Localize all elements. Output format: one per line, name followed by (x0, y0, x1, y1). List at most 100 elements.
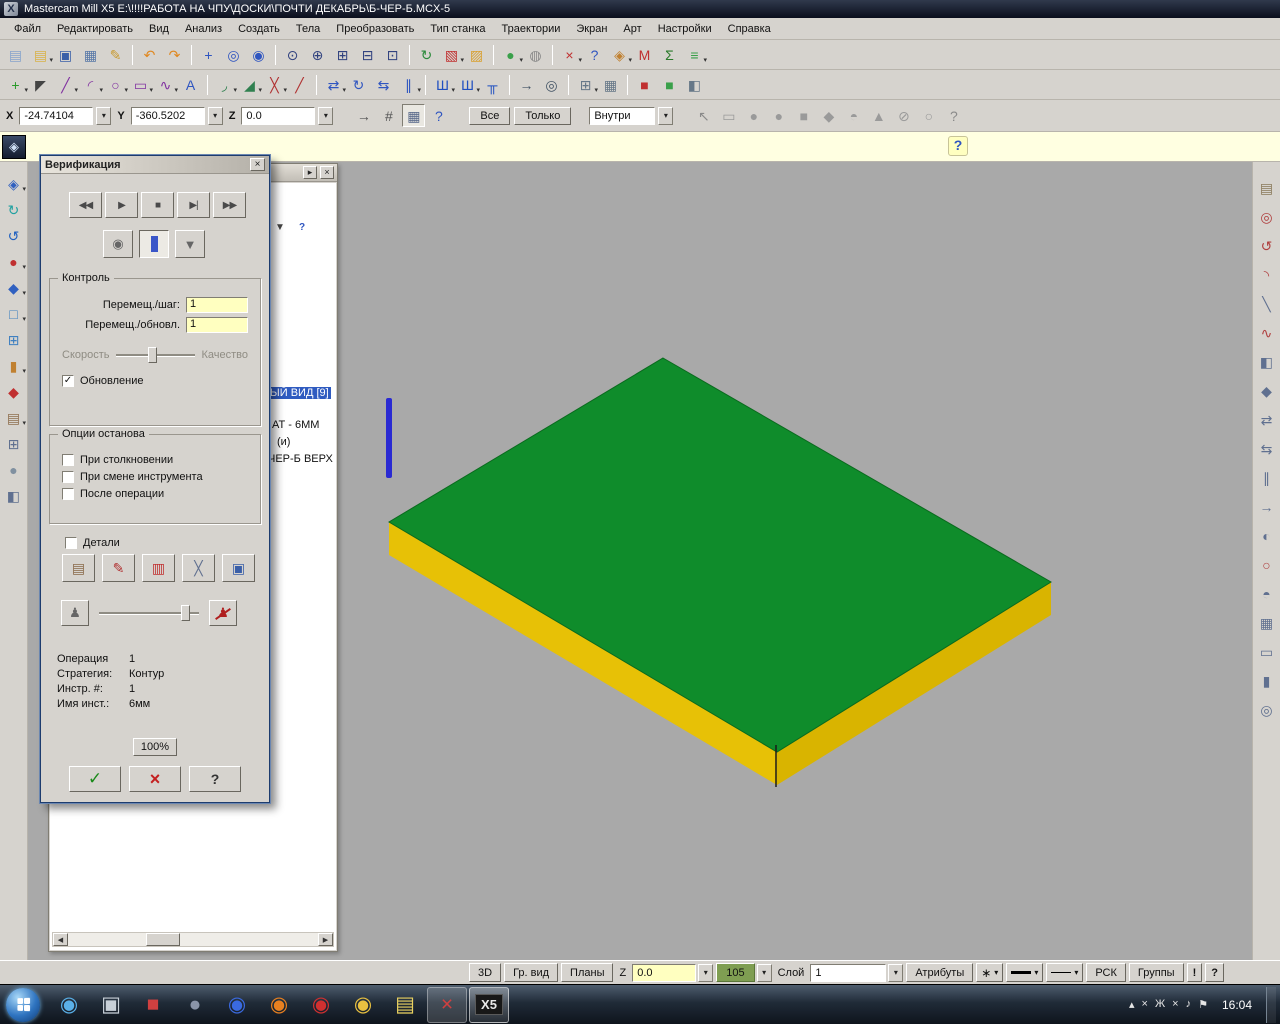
ref-point-icon[interactable]: ◎ (540, 73, 563, 96)
z-depth-label[interactable]: Z (616, 967, 629, 979)
taskbar-player[interactable]: ◉ (217, 987, 257, 1023)
toolpath-drill-icon[interactable]: ╥ (481, 73, 504, 96)
verify-section-icon[interactable]: ╳ (182, 554, 215, 582)
verify-filter-button[interactable]: ▼ (175, 230, 205, 258)
input-coordinate-icon[interactable]: # (377, 104, 400, 127)
layer-label[interactable]: Слой (775, 967, 808, 979)
planes-button[interactable]: Планы (561, 963, 613, 982)
edit-entity-icon[interactable]: ✎ (104, 43, 127, 66)
create-letters-icon[interactable]: A (179, 73, 202, 96)
machine-def-icon[interactable]: M (633, 43, 656, 66)
mirror-tools-icon[interactable]: ⇆ (1255, 437, 1278, 460)
show-tool-button[interactable]: ♟ (61, 600, 89, 626)
show-desktop-button[interactable] (1266, 987, 1276, 1023)
speed-slider-track[interactable] (116, 354, 196, 357)
gview-top-icon[interactable]: ⊞ (2, 328, 25, 351)
gview-spin-icon[interactable]: ↺ (2, 224, 25, 247)
xform-offset-icon[interactable]: ∥▾ (397, 73, 420, 96)
menu-solids[interactable]: Тела (288, 20, 328, 38)
gview-dynamic-icon[interactable]: ◈▾ (2, 172, 25, 195)
layer-combo-icon[interactable]: ▾ (888, 964, 903, 982)
verify-fast-forward-button[interactable]: ▶▶ (213, 192, 246, 218)
scroll-left-icon[interactable]: ◀ (53, 933, 68, 946)
open-file-icon[interactable]: ▤▾ (29, 43, 52, 66)
verify-field-input-1[interactable]: 1 (186, 317, 248, 333)
taskbar-media-app[interactable]: ▣ (91, 987, 131, 1023)
scroll-right-icon[interactable]: ▶ (318, 933, 333, 946)
gview-select-icon[interactable]: ◈▾ (608, 43, 631, 66)
taskbar-x5[interactable]: X5 (469, 987, 509, 1023)
xform-move-icon[interactable]: ⇄▾ (322, 73, 345, 96)
menu-toolpaths[interactable]: Траектории (494, 20, 569, 38)
post-process-icon[interactable]: Σ (658, 43, 681, 66)
speed-slider-thumb[interactable] (148, 347, 157, 363)
line-style-combo[interactable]: ▾ (1046, 963, 1083, 982)
menu-edit[interactable]: Редактировать (49, 20, 141, 38)
inside-combo-arrow-icon[interactable]: ▾ (658, 107, 673, 125)
create-circle-icon[interactable]: ○▾ (104, 73, 127, 96)
select-window-icon[interactable]: ▭ (717, 104, 740, 127)
menu-file[interactable]: Файл (6, 20, 49, 38)
gview-rotate-icon[interactable]: ↻ (2, 198, 25, 221)
surface-tools-icon[interactable]: ◧ (1255, 350, 1278, 373)
goto-depth-icon[interactable]: → (515, 73, 538, 96)
menu-create[interactable]: Создать (230, 20, 288, 38)
x-axis-label[interactable]: X (4, 110, 15, 122)
stop-option-0-row[interactable]: При столкновении (62, 454, 260, 466)
verify-field-input-0[interactable]: 1 (186, 297, 248, 313)
xform-mirror-icon[interactable]: ⇆ (372, 73, 395, 96)
help-icon[interactable]: ? (583, 43, 606, 66)
verify-histogram-icon[interactable]: ▥ (142, 554, 175, 582)
tray-app-2[interactable]: × (1172, 998, 1178, 1011)
project-tools-icon[interactable]: → (1255, 495, 1278, 518)
zoom-in-icon[interactable]: ⊞ (331, 43, 354, 66)
taskbar-wmp[interactable]: ◉ (49, 987, 89, 1023)
create-rect-icon[interactable]: ▭▾ (129, 73, 152, 96)
gview-front-icon[interactable]: □▾ (2, 302, 25, 325)
offset-tools-icon[interactable]: ∥ (1255, 466, 1278, 489)
blank-screen-icon[interactable]: ▧▾ (440, 43, 463, 66)
alert-button[interactable]: ! (1187, 963, 1203, 982)
toolpath-contour-icon[interactable]: Ш▾ (431, 73, 454, 96)
ops-dropdown-icon[interactable]: ▼ (272, 219, 288, 235)
trim-icon[interactable]: ╳▾ (263, 73, 286, 96)
create-point-icon[interactable]: +▾ (4, 73, 27, 96)
menu-xform[interactable]: Преобразовать (328, 20, 422, 38)
select-only-button[interactable]: Только (514, 107, 571, 125)
taskbar-opera[interactable]: ◉ (301, 987, 341, 1023)
fast-point-icon[interactable]: → (352, 104, 375, 127)
screen-stats-icon[interactable]: ▨ (465, 43, 488, 66)
pin-tools-icon[interactable]: ▮ (1255, 669, 1278, 692)
planes-manager-icon[interactable]: ◧ (2, 484, 25, 507)
zoom-target-icon[interactable]: ⊕ (306, 43, 329, 66)
autocursor-help-icon[interactable]: ? (427, 104, 450, 127)
verify-dialog-titlebar[interactable]: Верификация × (41, 156, 269, 174)
start-button[interactable] (6, 988, 40, 1022)
statusbar-help-button[interactable]: ? (1205, 963, 1224, 982)
line-width-combo[interactable]: ▾ (1006, 963, 1043, 982)
translucency-icon[interactable]: ◍ (524, 43, 547, 66)
select-up-icon[interactable]: ▲ (867, 104, 890, 127)
z-depth-field[interactable]: 0.0 (632, 964, 696, 982)
select-all-button[interactable]: Все (469, 107, 510, 125)
verify-step-button[interactable]: ▶| (177, 192, 210, 218)
entity-color-icon[interactable]: ■ (633, 73, 656, 96)
menu-art[interactable]: Арт (615, 20, 649, 38)
tool-slider-track[interactable] (99, 612, 199, 615)
point-style-combo[interactable]: ∗▾ (976, 963, 1003, 982)
delete-entity-icon[interactable]: ×▾ (558, 43, 581, 66)
fastview-icon[interactable]: ◈ (2, 135, 26, 159)
stop-option-1-row[interactable]: При смене инструмента (62, 471, 260, 483)
measure-tools-icon[interactable]: ◐ (1255, 524, 1278, 547)
notes-icon[interactable]: ▤▾ (2, 406, 25, 429)
helix-icon[interactable]: ↺ (1255, 234, 1278, 257)
3d-mode-button[interactable]: 3D (469, 963, 501, 982)
verify-stop-button[interactable]: ■ (141, 192, 174, 218)
ops-tree-item-1[interactable]: АТ - 6ММ (272, 419, 319, 431)
verify-save-stock-icon[interactable]: ▣ (222, 554, 255, 582)
x-coordinate-field[interactable]: -24.74104 (19, 107, 93, 125)
details-row[interactable]: Детали (65, 537, 120, 549)
ops-tree-item-2[interactable]: (и) (277, 436, 290, 448)
color-combo-icon[interactable]: ▾ (757, 964, 772, 982)
taskbar-notebook[interactable]: ▤ (385, 987, 425, 1023)
